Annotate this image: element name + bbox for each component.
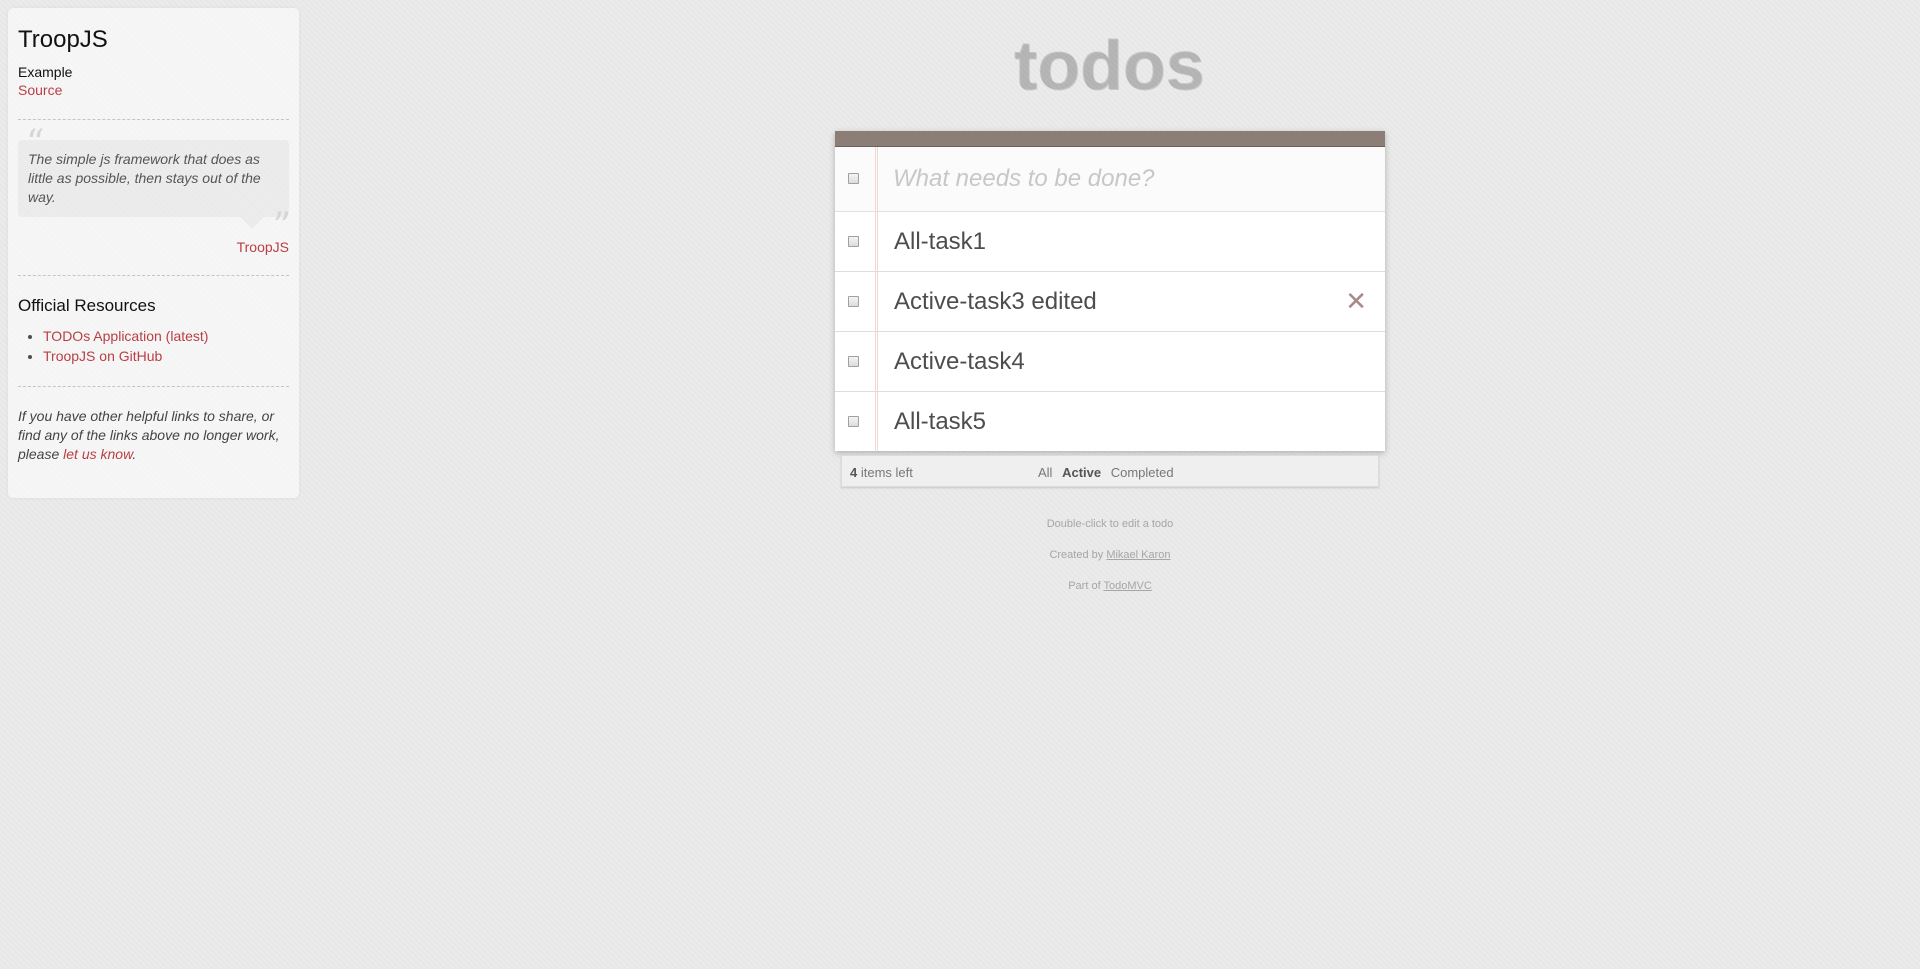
todo-checkbox[interactable] [848, 295, 859, 307]
todomvc-link[interactable]: TodoMVC [1103, 580, 1151, 592]
quote-tail [240, 216, 264, 229]
todo-checkbox[interactable] [848, 355, 859, 367]
margin-line [875, 332, 878, 391]
todo-label[interactable]: Active-task3 edited [894, 272, 1097, 331]
app-title: todos [1014, 27, 1206, 105]
footer-note-text: If you have other helpful links to share… [18, 407, 280, 462]
let-us-know-link[interactable]: let us know [63, 446, 132, 462]
resource-link-github[interactable]: TroopJS on GitHub [43, 348, 162, 364]
margin-line [875, 272, 878, 331]
count-suffix: items left [857, 465, 913, 480]
items-left-count: 4 items left [850, 465, 913, 480]
quote-box: “ The simple js framework that does as l… [18, 125, 291, 244]
close-quote-icon: ” [272, 205, 291, 247]
filter-completed[interactable]: Completed [1111, 465, 1174, 480]
quote-text: The simple js framework that does as lit… [28, 150, 261, 205]
created-by: Created by Mikael Karon [835, 549, 1385, 561]
todo-label[interactable]: All-task1 [894, 212, 986, 271]
divider [18, 118, 289, 120]
filter-item: Completed [1111, 465, 1174, 480]
quote-author: TroopJS [18, 239, 289, 255]
sidebar-title: TroopJS [18, 26, 108, 53]
filter-active[interactable]: Active [1062, 465, 1101, 480]
open-quote-icon: “ [26, 122, 45, 164]
toggle-all-checkbox[interactable] [848, 173, 859, 184]
sidebar-subtitle: Example [18, 63, 73, 80]
created-by-prefix: Created by [1049, 549, 1107, 561]
edit-hint: Double-click to edit a todo [1046, 518, 1174, 530]
margin-line [875, 147, 878, 211]
divider [18, 385, 289, 387]
divider [18, 274, 289, 276]
list-item: TODOs Application (latest) [43, 326, 289, 346]
todo-label[interactable]: Active-task4 [894, 332, 1025, 391]
resources-heading: Official Resources [18, 295, 156, 315]
sidebar-footer-note: If you have other helpful links to share… [18, 407, 289, 464]
filter-all[interactable]: All [1038, 465, 1052, 480]
todo-item[interactable]: Active-task4 [835, 332, 1385, 392]
part-of-prefix: Part of [1068, 580, 1104, 592]
todo-footer: 4 items left All Active Completed [841, 455, 1379, 487]
todo-item[interactable]: Active-task3 edited ✕ [835, 272, 1385, 332]
margin-line [875, 212, 878, 271]
new-todo-row [835, 147, 1385, 212]
author-link[interactable]: Mikael Karon [1106, 549, 1170, 561]
part-of: Part of TodoMVC [835, 580, 1385, 592]
todo-item[interactable]: All-task1 [835, 212, 1385, 272]
resource-link-todos-app[interactable]: TODOs Application (latest) [43, 328, 208, 344]
header-band [835, 131, 1385, 147]
footer-note-end: . [132, 445, 137, 462]
source-link[interactable]: Source [18, 81, 289, 99]
filter-item: All [1038, 465, 1052, 480]
sidebar: TroopJS Example Source “ The simple js f… [8, 8, 299, 498]
todo-label[interactable]: All-task5 [894, 392, 986, 451]
todo-checkbox[interactable] [848, 415, 859, 427]
list-item: TroopJS on GitHub [43, 346, 289, 366]
todo-app: All-task1 Active-task3 edited ✕ Active-t… [835, 131, 1385, 451]
filters: All Active Completed [1038, 465, 1180, 480]
todo-item[interactable]: All-task5 [835, 392, 1385, 451]
margin-line [875, 392, 878, 451]
info-footer: Double-click to edit a todo Created by M… [835, 518, 1385, 611]
delete-icon[interactable]: ✕ [1345, 289, 1367, 315]
new-todo-input[interactable] [893, 147, 1375, 211]
todo-checkbox[interactable] [848, 235, 859, 247]
filter-item: Active [1062, 465, 1101, 480]
resources-list: TODOs Application (latest) TroopJS on Gi… [18, 326, 289, 366]
